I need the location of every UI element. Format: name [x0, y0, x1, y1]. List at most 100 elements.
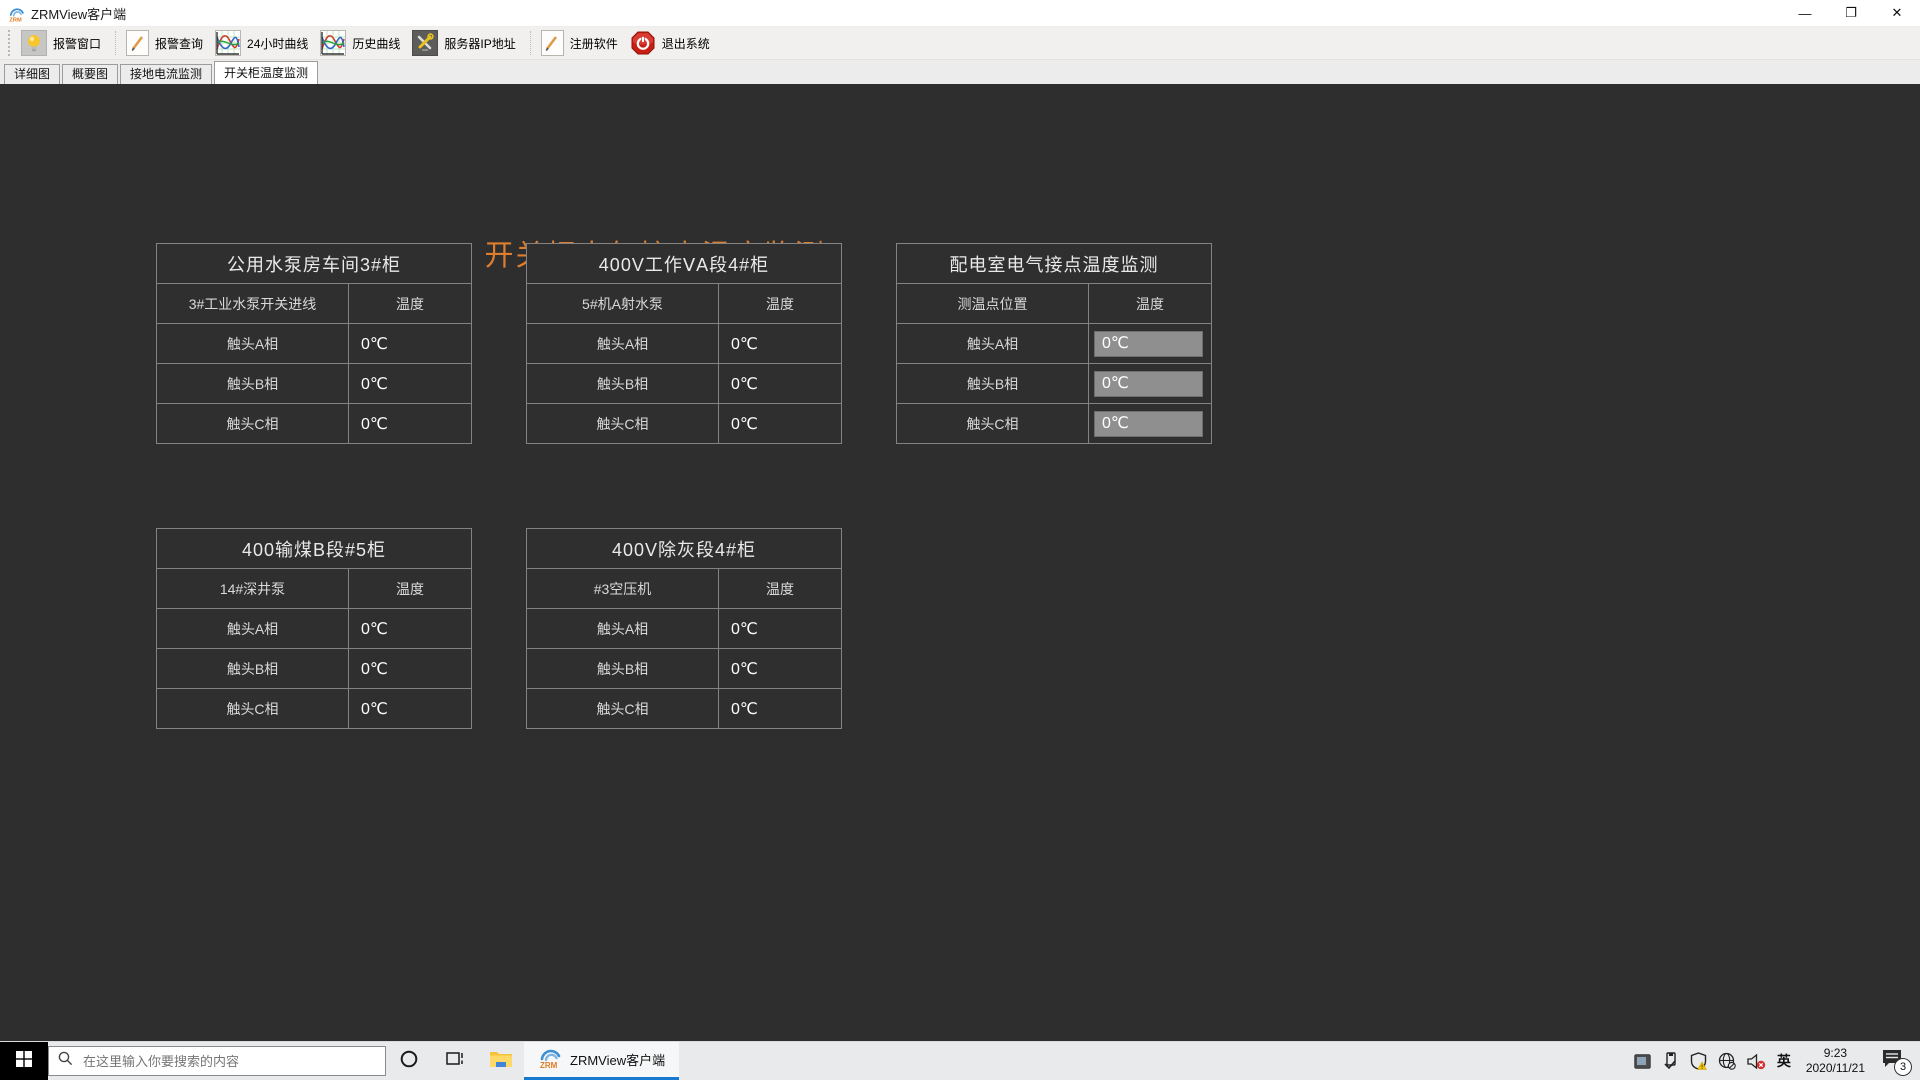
cortana-button[interactable] [386, 1042, 432, 1080]
phase-b-label: 触头B相 [157, 364, 348, 403]
table-title: 400输煤B段#5柜 [157, 529, 471, 568]
curves-icon [320, 30, 346, 56]
temperature-value: 0℃ [349, 334, 388, 354]
restore-button[interactable]: ❐ [1828, 0, 1874, 26]
toolbar-separator [115, 31, 118, 55]
temp-header: 温度 [719, 569, 841, 608]
location-header: 14#深井泵 [157, 569, 348, 608]
toolbar-button-label: 注册软件 [570, 35, 618, 52]
usb-eject-icon[interactable] [1662, 1052, 1679, 1070]
table-title: 公用水泵房车间3#柜 [157, 244, 471, 283]
toolbar-separator [530, 31, 533, 55]
tools-icon [412, 30, 438, 56]
phase-c-label: 触头C相 [897, 404, 1088, 443]
security-shield-icon[interactable] [1690, 1052, 1707, 1070]
temperature-value-box: 0℃ [1094, 371, 1203, 397]
temp-header: 温度 [349, 284, 471, 323]
ime-language-indicator[interactable]: 英 [1777, 1051, 1791, 1071]
temp-header: 温度 [1089, 284, 1211, 323]
register-software-button[interactable]: 注册软件 [538, 29, 627, 57]
toolbar-button-label: 历史曲线 [352, 35, 400, 52]
phase-a-value-cell: 0℃ [1089, 324, 1211, 363]
network-globe-icon[interactable] [1718, 1052, 1736, 1070]
phase-a-label: 触头A相 [527, 324, 718, 363]
minimize-button[interactable]: — [1782, 0, 1828, 26]
temperature-value: 0℃ [349, 374, 388, 394]
phase-c-value-cell: 0℃ [719, 689, 841, 728]
svg-text:ZRM: ZRM [540, 1061, 558, 1069]
pencil-icon [541, 30, 564, 56]
volume-muted-icon[interactable] [1747, 1053, 1766, 1070]
phase-a-label: 触头A相 [897, 324, 1088, 363]
exit-system-button[interactable]: 退出系统 [627, 29, 719, 57]
toolbar-button-label: 报警查询 [155, 35, 203, 52]
taskbar-search[interactable] [48, 1046, 386, 1076]
folder-icon [489, 1049, 513, 1074]
table-distribution-room: 配电室电气接点温度监测 测温点位置 温度 触头A相 0℃ 触头B相 0℃ 触头C… [896, 243, 1212, 444]
phase-b-value-cell: 0℃ [349, 649, 471, 688]
phase-a-value-cell: 0℃ [719, 609, 841, 648]
location-header: #3空压机 [527, 569, 718, 608]
task-view-icon [446, 1050, 465, 1072]
file-explorer-button[interactable] [478, 1042, 524, 1080]
temperature-value: 0℃ [349, 699, 388, 719]
location-header: 3#工业水泵开关进线 [157, 284, 348, 323]
temperature-value: 0℃ [719, 699, 758, 719]
phase-b-value-cell: 0℃ [719, 364, 841, 403]
curve-24h-button[interactable]: 24小时曲线 [212, 29, 317, 57]
tab-switchgear-temperature-monitor[interactable]: 开关柜温度监测 [214, 61, 318, 84]
phase-a-label: 触头A相 [157, 609, 348, 648]
tab-overview[interactable]: 概要图 [62, 64, 118, 84]
alarm-window-button[interactable]: 报警窗口 [18, 29, 110, 57]
phase-b-label: 触头B相 [157, 649, 348, 688]
temperature-value-box: 0℃ [1094, 331, 1203, 357]
tab-ground-current-monitor[interactable]: 接地电流监测 [120, 64, 212, 84]
toolbar-button-label: 服务器IP地址 [444, 35, 515, 52]
phase-b-value-cell: 0℃ [349, 364, 471, 403]
pencil-icon [126, 30, 149, 56]
toolbar-button-label: 24小时曲线 [247, 35, 308, 52]
system-tray: 英 9:23 2020/11/21 3 [1634, 1046, 1920, 1076]
svg-text:ZRM: ZRM [9, 17, 22, 22]
toolbar: 报警窗口 报警查询 24小时曲线 [0, 27, 1920, 60]
temperature-value: 0℃ [719, 334, 758, 354]
temp-header: 温度 [719, 284, 841, 323]
task-view-button[interactable] [432, 1042, 478, 1080]
phase-a-value-cell: 0℃ [349, 609, 471, 648]
start-button[interactable] [0, 1042, 48, 1080]
window-titlebar: ZRM ZRMView客户端 — ❐ ✕ [0, 0, 1920, 27]
history-curve-button[interactable]: 历史曲线 [317, 29, 409, 57]
close-button[interactable]: ✕ [1874, 0, 1920, 26]
temperature-value: 0℃ [719, 619, 758, 639]
phase-a-value-cell: 0℃ [719, 324, 841, 363]
taskbar-clock[interactable]: 9:23 2020/11/21 [1802, 1046, 1869, 1076]
table-ash-removal-4: 400V除灰段4#柜 #3空压机 温度 触头A相 0℃ 触头B相 0℃ 触头C相… [526, 528, 842, 729]
server-ip-button[interactable]: 服务器IP地址 [409, 29, 524, 57]
main-content: 开关柜电气接点温度监测 公用水泵房车间3#柜 3#工业水泵开关进线 温度 触头A… [0, 84, 1920, 1041]
temperature-value: 0℃ [349, 619, 388, 639]
action-center-button[interactable]: 3 [1880, 1048, 1910, 1074]
search-input[interactable] [81, 1053, 376, 1070]
table-pump-house-3: 公用水泵房车间3#柜 3#工业水泵开关进线 温度 触头A相 0℃ 触头B相 0℃… [156, 243, 472, 444]
clock-time: 9:23 [1806, 1046, 1865, 1061]
window-title: ZRMView客户端 [31, 4, 126, 23]
cortana-circle-icon [400, 1050, 418, 1073]
phase-c-value-cell: 0℃ [719, 404, 841, 443]
temperature-value: 0℃ [349, 414, 388, 434]
temperature-value-box: 0℃ [1094, 411, 1203, 437]
tray-app-icon[interactable] [1634, 1054, 1651, 1069]
phase-c-label: 触头C相 [157, 404, 348, 443]
location-header: 5#机A射水泵 [527, 284, 718, 323]
phase-a-value-cell: 0℃ [349, 324, 471, 363]
taskbar-app-zrmview[interactable]: ZRM ZRMView客户端 [524, 1042, 679, 1080]
temperature-value: 0℃ [719, 374, 758, 394]
temperature-value: 0℃ [719, 659, 758, 679]
zrm-logo-icon: ZRM [538, 1045, 562, 1074]
tab-detail-view[interactable]: 详细图 [4, 64, 60, 84]
power-icon [630, 30, 656, 56]
alarm-query-button[interactable]: 报警查询 [123, 29, 212, 57]
temperature-value: 0℃ [349, 659, 388, 679]
phase-b-value-cell: 0℃ [719, 649, 841, 688]
phase-c-value-cell: 0℃ [349, 689, 471, 728]
lightbulb-icon [21, 30, 47, 56]
